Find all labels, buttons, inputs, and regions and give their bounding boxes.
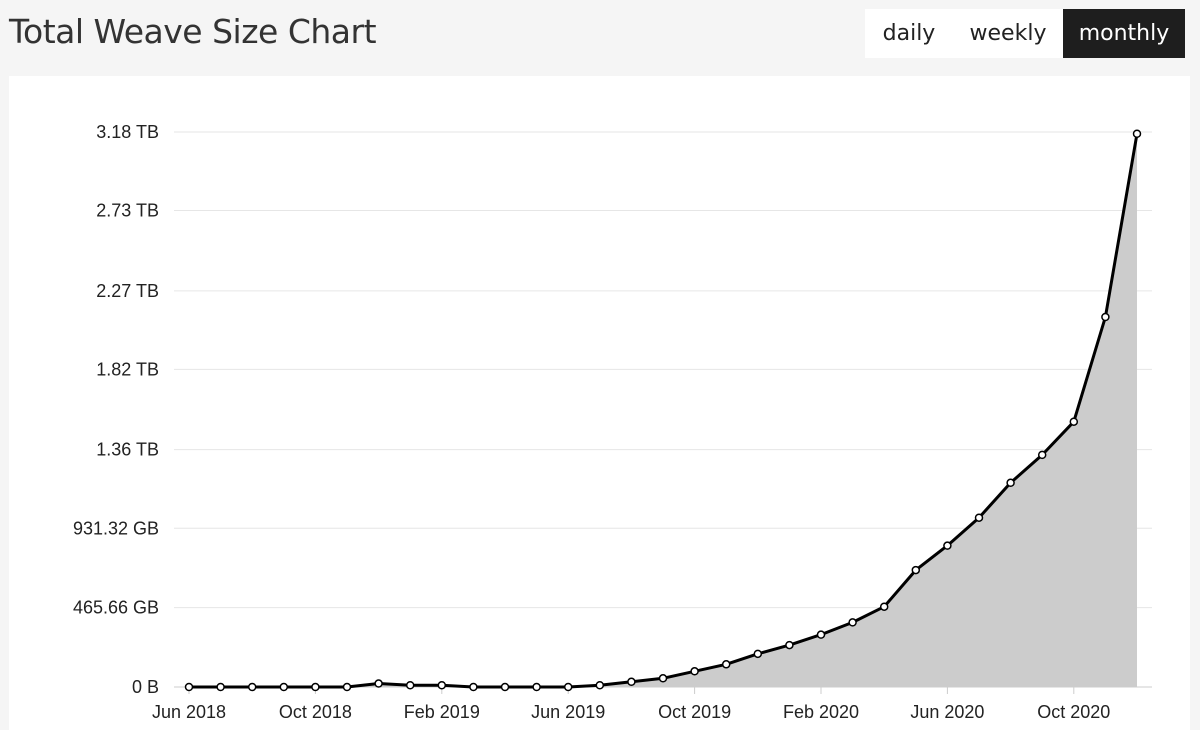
x-tick-label: Feb 2019 — [404, 702, 480, 722]
data-point[interactable] — [500, 682, 510, 692]
data-point[interactable] — [753, 649, 763, 659]
x-tick-label: Jun 2020 — [910, 702, 984, 722]
data-point[interactable] — [184, 682, 194, 692]
data-point[interactable] — [816, 630, 826, 639]
y-tick-label: 2.73 TB — [96, 201, 159, 221]
data-point[interactable] — [1037, 450, 1047, 460]
x-tick-label: Jun 2018 — [152, 702, 226, 722]
data-point[interactable] — [848, 618, 857, 627]
data-point[interactable] — [627, 677, 636, 687]
data-point[interactable] — [595, 681, 605, 690]
data-point[interactable] — [1101, 312, 1110, 322]
data-point[interactable] — [1132, 129, 1142, 138]
data-point[interactable] — [405, 681, 415, 690]
data-point[interactable] — [279, 682, 289, 692]
page-title: Total Weave Size Chart — [9, 12, 377, 51]
data-point[interactable] — [658, 674, 668, 683]
x-tick-label: Feb 2020 — [783, 702, 859, 722]
data-point[interactable] — [785, 640, 794, 650]
area-fill — [189, 133, 1137, 687]
data-point[interactable] — [532, 682, 541, 692]
data-point[interactable] — [943, 541, 952, 550]
y-tick-label: 931.32 GB — [73, 518, 159, 538]
y-tick-labels: 0 B 465.66 GB 931.32 GB 1.36 TB 1.82 TB 2.27 … — [73, 122, 159, 697]
y-tick-label: 1.36 TB — [96, 440, 159, 460]
data-point[interactable] — [974, 513, 984, 522]
y-tick-label: 2.27 TB — [96, 281, 159, 301]
data-point[interactable] — [469, 682, 478, 692]
x-tick-label: Oct 2020 — [1037, 702, 1110, 722]
data-point[interactable] — [879, 602, 889, 611]
weekly-button[interactable]: weekly — [953, 9, 1063, 58]
y-tick-label: 3.18 TB — [96, 122, 159, 142]
data-point[interactable] — [563, 682, 573, 692]
data-point[interactable] — [721, 660, 731, 669]
monthly-button[interactable]: monthly — [1063, 9, 1185, 58]
x-tick-label: Oct 2019 — [658, 702, 731, 722]
y-tick-label: 0 B — [132, 677, 159, 697]
x-tick-labels: Jun 2018 Oct 2018 Feb 2019 Jun 2019 Oct 2019… — [152, 702, 1110, 722]
y-tick-label: 465.66 GB — [73, 598, 159, 618]
chart-panel: 0 B 465.66 GB 931.32 GB 1.36 TB 1.82 TB 2.27 … — [9, 76, 1190, 730]
daily-button[interactable]: daily — [865, 9, 953, 58]
data-point[interactable] — [247, 682, 257, 692]
weave-size-chart: 0 B 465.66 GB 931.32 GB 1.36 TB 1.82 TB 2.27 … — [73, 122, 1152, 722]
x-tick-label: Jun 2019 — [531, 702, 605, 722]
data-point[interactable] — [690, 667, 699, 676]
data-point[interactable] — [1069, 417, 1079, 426]
data-point[interactable] — [342, 682, 352, 692]
data-point[interactable] — [437, 681, 447, 690]
data-point[interactable] — [374, 679, 383, 688]
data-point[interactable] — [311, 682, 320, 692]
x-tick-label: Oct 2018 — [279, 702, 352, 722]
data-point[interactable] — [216, 682, 225, 692]
period-toggle: daily weekly monthly — [865, 9, 1185, 58]
data-point[interactable] — [911, 565, 921, 575]
y-tick-label: 1.82 TB — [96, 359, 159, 379]
data-point[interactable] — [1006, 478, 1015, 488]
